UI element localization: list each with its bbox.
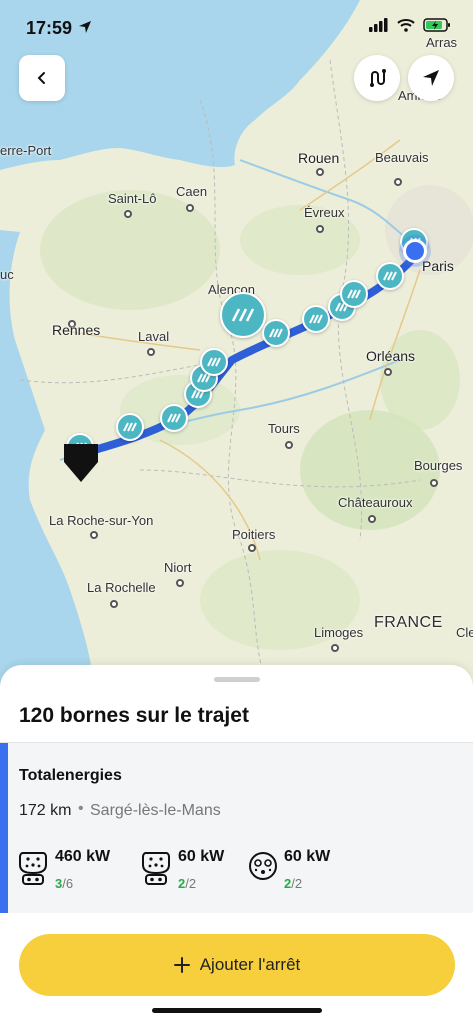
map-terrain (0, 0, 473, 690)
city-label: Poitiers (232, 527, 276, 542)
connector-availability: 3/6 (55, 876, 73, 891)
city-label: Orléans (366, 348, 416, 364)
card-accent (0, 743, 8, 913)
charger-pin[interactable] (262, 319, 290, 347)
city-label: La Roche-sur-Yon (49, 513, 154, 528)
route-icon (370, 69, 386, 87)
charger-pin[interactable] (160, 404, 188, 432)
city-label: Limoges (314, 625, 364, 640)
total-count: /6 (62, 876, 74, 891)
home-indicator (152, 1008, 322, 1013)
destination-marker-icon[interactable] (62, 442, 100, 484)
charger-pin[interactable] (302, 305, 330, 333)
chademo-connector-icon (249, 852, 277, 880)
add-stop-button[interactable]: Ajouter l'arrêt (19, 934, 455, 996)
city-label: Niort (164, 560, 192, 575)
city-label: Rennes (52, 322, 101, 338)
city-label: La Rochelle (87, 580, 156, 595)
connector-ccs-460: 460 kW 3/6 (19, 848, 139, 898)
city-label: Caen (176, 184, 208, 199)
connector-availability: 2/2 (178, 876, 196, 891)
plus-icon (173, 957, 190, 973)
connector-chademo-60: 60 kW 2/2 (248, 848, 358, 898)
city-label: erre-Port (0, 143, 52, 158)
wifi-icon (397, 19, 415, 32)
city-label: Saint-Lô (108, 191, 157, 206)
connector-ccs-60: 60 kW 2/2 (142, 848, 252, 898)
city-label: uc (0, 267, 14, 282)
battery-charging-icon (423, 18, 450, 32)
charger-pin[interactable] (200, 348, 228, 376)
sheet-title: 120 bornes sur le trajet (19, 704, 249, 727)
charger-pin-selected[interactable] (220, 292, 266, 338)
city-label: Beauvais (375, 150, 429, 165)
location-arrow-icon (79, 21, 91, 33)
total-count: /2 (291, 876, 303, 891)
station-card[interactable]: Totalenergies 172 km • Sargé-lès-le-Mans… (0, 743, 473, 913)
station-name: Totalenergies (19, 767, 122, 784)
country-label: FRANCE (374, 614, 443, 631)
ccs-connector-icon (19, 852, 47, 885)
city-label: Rouen (298, 150, 340, 166)
city-label: Bourges (414, 458, 463, 473)
route-options-button[interactable] (354, 55, 400, 101)
connector-power: 460 kW (55, 848, 111, 865)
recenter-button[interactable] (408, 55, 454, 101)
current-location-marker (403, 239, 427, 263)
status-time: 17:59 (26, 18, 73, 38)
charger-pin[interactable] (116, 413, 144, 441)
chevron-left-icon (37, 72, 45, 84)
separator: • (78, 800, 84, 817)
charger-pin[interactable] (340, 280, 368, 308)
city-label: Cle (456, 625, 473, 640)
signal-icon (369, 18, 388, 32)
charger-pin[interactable] (376, 262, 404, 290)
city-label: Évreux (304, 205, 345, 220)
station-location: Sargé-lès-le-Mans (90, 802, 221, 819)
status-bar: 17:59 (0, 0, 473, 50)
city-label: Laval (138, 329, 170, 344)
add-stop-label: Ajouter l'arrêt (199, 955, 301, 974)
connector-power: 60 kW (284, 848, 331, 865)
map-view[interactable]: Rouen Beauvais Caen Saint-Lô Évreux Alen… (0, 0, 473, 690)
navigation-arrow-icon (423, 70, 439, 86)
connector-power: 60 kW (178, 848, 225, 865)
sheet-drag-handle[interactable] (214, 677, 260, 682)
back-button[interactable] (19, 55, 65, 101)
city-label: Châteauroux (338, 495, 413, 510)
station-distance: 172 km (19, 802, 72, 819)
total-count: /2 (185, 876, 197, 891)
ccs-connector-icon (142, 852, 170, 885)
city-label: Tours (268, 421, 300, 436)
city-label: Paris (422, 258, 454, 274)
connector-availability: 2/2 (284, 876, 302, 891)
